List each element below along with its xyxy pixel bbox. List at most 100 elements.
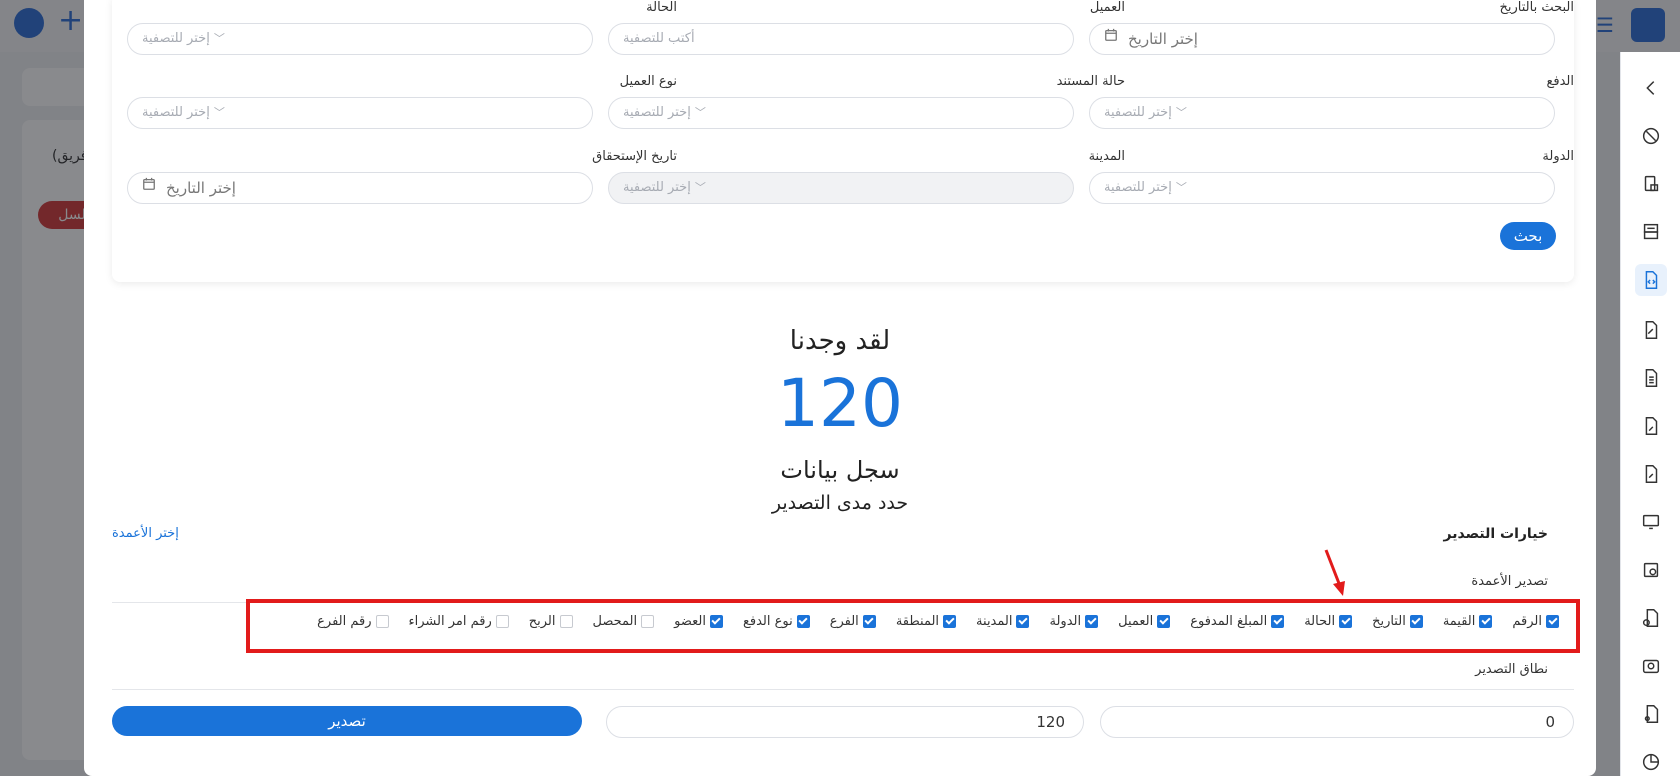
column-option[interactable]: الفرع [830,614,876,629]
column-checkbox[interactable] [375,615,389,628]
client-type-select[interactable]: ﹀ إختر للتصفية [127,97,593,129]
date-search-field[interactable]: إختر التاريخ [1089,23,1555,55]
payment-select[interactable]: ﹀ إختر للتصفية [1089,97,1555,129]
columns-highlight-box: الرقم القيمة التاريخ الحالة المبلغ المدفوع ال… [246,599,1580,653]
column-label: الرقم [1512,614,1542,629]
invoice-icon[interactable] [1635,168,1667,200]
date-search-label: البحث بالتاريخ [1499,0,1575,15]
column-option[interactable]: رقم امر الشراء [409,614,509,629]
client-type-label: نوع العميل [619,74,677,89]
document-add-icon[interactable] [1635,602,1667,634]
column-label: العضو [674,614,706,629]
column-label: المبلغ المدفوع [1190,614,1268,629]
image-add-icon[interactable] [1635,554,1667,586]
right-sidebar [1620,52,1680,776]
column-label: الربح [528,614,556,629]
palette-icon[interactable] [1635,120,1667,152]
column-checkbox[interactable] [1157,615,1171,628]
chevron-down-icon: ﹀ [694,181,706,194]
doc-status-select[interactable]: ﹀ إختر للتصفية [608,97,1074,129]
filter-card: البحث بالتاريخ إختر التاريخ العميل أكتب … [112,0,1574,282]
chevron-down-icon: ﹀ [213,106,225,119]
column-option[interactable]: العضو [674,614,723,629]
column-option[interactable]: التاريخ [1372,614,1423,629]
column-checkbox[interactable] [495,615,509,628]
column-option[interactable]: المحصل [593,614,655,629]
columns-list: الرقم القيمة التاريخ الحالة المبلغ المدفوع ال… [297,614,1559,629]
chevron-down-icon: ﹀ [694,106,706,119]
column-checkbox[interactable] [1479,615,1493,628]
chart-icon[interactable] [1635,746,1667,776]
column-checkbox[interactable] [1271,615,1285,628]
country-select[interactable]: ﹀ إختر للتصفية [1089,172,1555,204]
calendar-icon [1104,24,1118,54]
export-modal: البحث بالتاريخ إختر التاريخ العميل أكتب … [84,0,1596,776]
records-count: 120 [777,365,903,442]
found-label: لقد وجدنا [789,326,891,356]
range-from-input[interactable]: 0 [1100,706,1574,738]
column-label: الدولة [1049,614,1082,629]
document-list-icon[interactable] [1635,362,1667,394]
column-label: القيمة [1442,614,1476,629]
column-option[interactable]: الرقم [1512,614,1559,629]
chevron-down-icon: ﹀ [1175,106,1187,119]
document-user-icon[interactable] [1635,698,1667,730]
chevron-down-icon: ﹀ [213,32,225,45]
column-option[interactable]: الحالة [1304,614,1353,629]
column-option[interactable]: الربح [529,614,573,629]
document-code-icon[interactable] [1635,264,1667,296]
column-label: نوع الدفع [742,614,793,629]
document-pen-icon[interactable] [1635,410,1667,442]
status-select[interactable]: ﹀ إختر للتصفية [127,23,593,55]
choose-columns-link[interactable]: إختر الأعمدة [112,526,179,541]
column-checkbox[interactable] [1339,615,1353,628]
export-columns-label: تصدير الأعمدة [1471,574,1548,589]
chevron-down-icon: ﹀ [1175,181,1187,194]
document-sign-icon[interactable] [1635,458,1667,490]
column-label: العميل [1118,614,1154,629]
country-label: الدولة [1542,149,1574,164]
records-label: سجل بيانات [780,456,900,484]
monitor-icon[interactable] [1635,506,1667,538]
column-option[interactable]: نوع الدفع [743,614,810,629]
column-option[interactable]: المنطقة [895,614,957,629]
client-label: العميل [1089,0,1125,15]
column-label: رقم الفرع [317,614,372,629]
column-option[interactable]: العميل [1118,614,1171,629]
column-checkbox[interactable] [1546,615,1559,628]
range-to-input[interactable]: 120 [606,706,1084,738]
column-checkbox[interactable] [1016,615,1030,628]
payment-label: الدفع [1546,74,1574,89]
city-select: ﹀ إختر للتصفية [608,172,1074,204]
column-checkbox[interactable] [862,615,876,628]
due-date-field[interactable]: إختر التاريخ [127,172,593,204]
column-option[interactable]: المدينة [976,614,1030,629]
column-checkbox[interactable] [943,615,957,628]
export-range-label: نطاق التصدير [1475,662,1548,677]
camera-icon[interactable] [1635,650,1667,682]
column-label: التاريخ [1372,614,1406,629]
column-option[interactable]: الدولة [1049,614,1099,629]
chevron-left-icon[interactable] [1635,72,1667,104]
column-checkbox[interactable] [1409,615,1423,628]
printer-icon[interactable] [1635,216,1667,248]
document-edit-icon[interactable] [1635,314,1667,346]
column-checkbox[interactable] [709,615,723,628]
status-label: الحالة [646,0,677,15]
column-label: الفرع [829,614,859,629]
column-option[interactable]: رقم الفرع [317,614,389,629]
due-date-label: تاريخ الإستحقاق [592,149,677,164]
divider [112,689,1574,690]
column-checkbox[interactable] [1085,615,1099,628]
range-prompt: حدد مدى التصدير [771,492,909,514]
column-checkbox[interactable] [559,615,573,628]
column-label: الحالة [1304,614,1336,629]
column-checkbox[interactable] [796,615,810,628]
column-option[interactable]: المبلغ المدفوع [1190,614,1285,629]
column-label: المنطقة [895,614,940,629]
column-checkbox[interactable] [641,615,655,628]
client-field[interactable]: أكتب للتصفية [608,23,1074,55]
search-button[interactable]: بحث [1500,222,1556,250]
column-option[interactable]: القيمة [1443,614,1493,629]
export-button[interactable]: تصدير [112,706,582,736]
